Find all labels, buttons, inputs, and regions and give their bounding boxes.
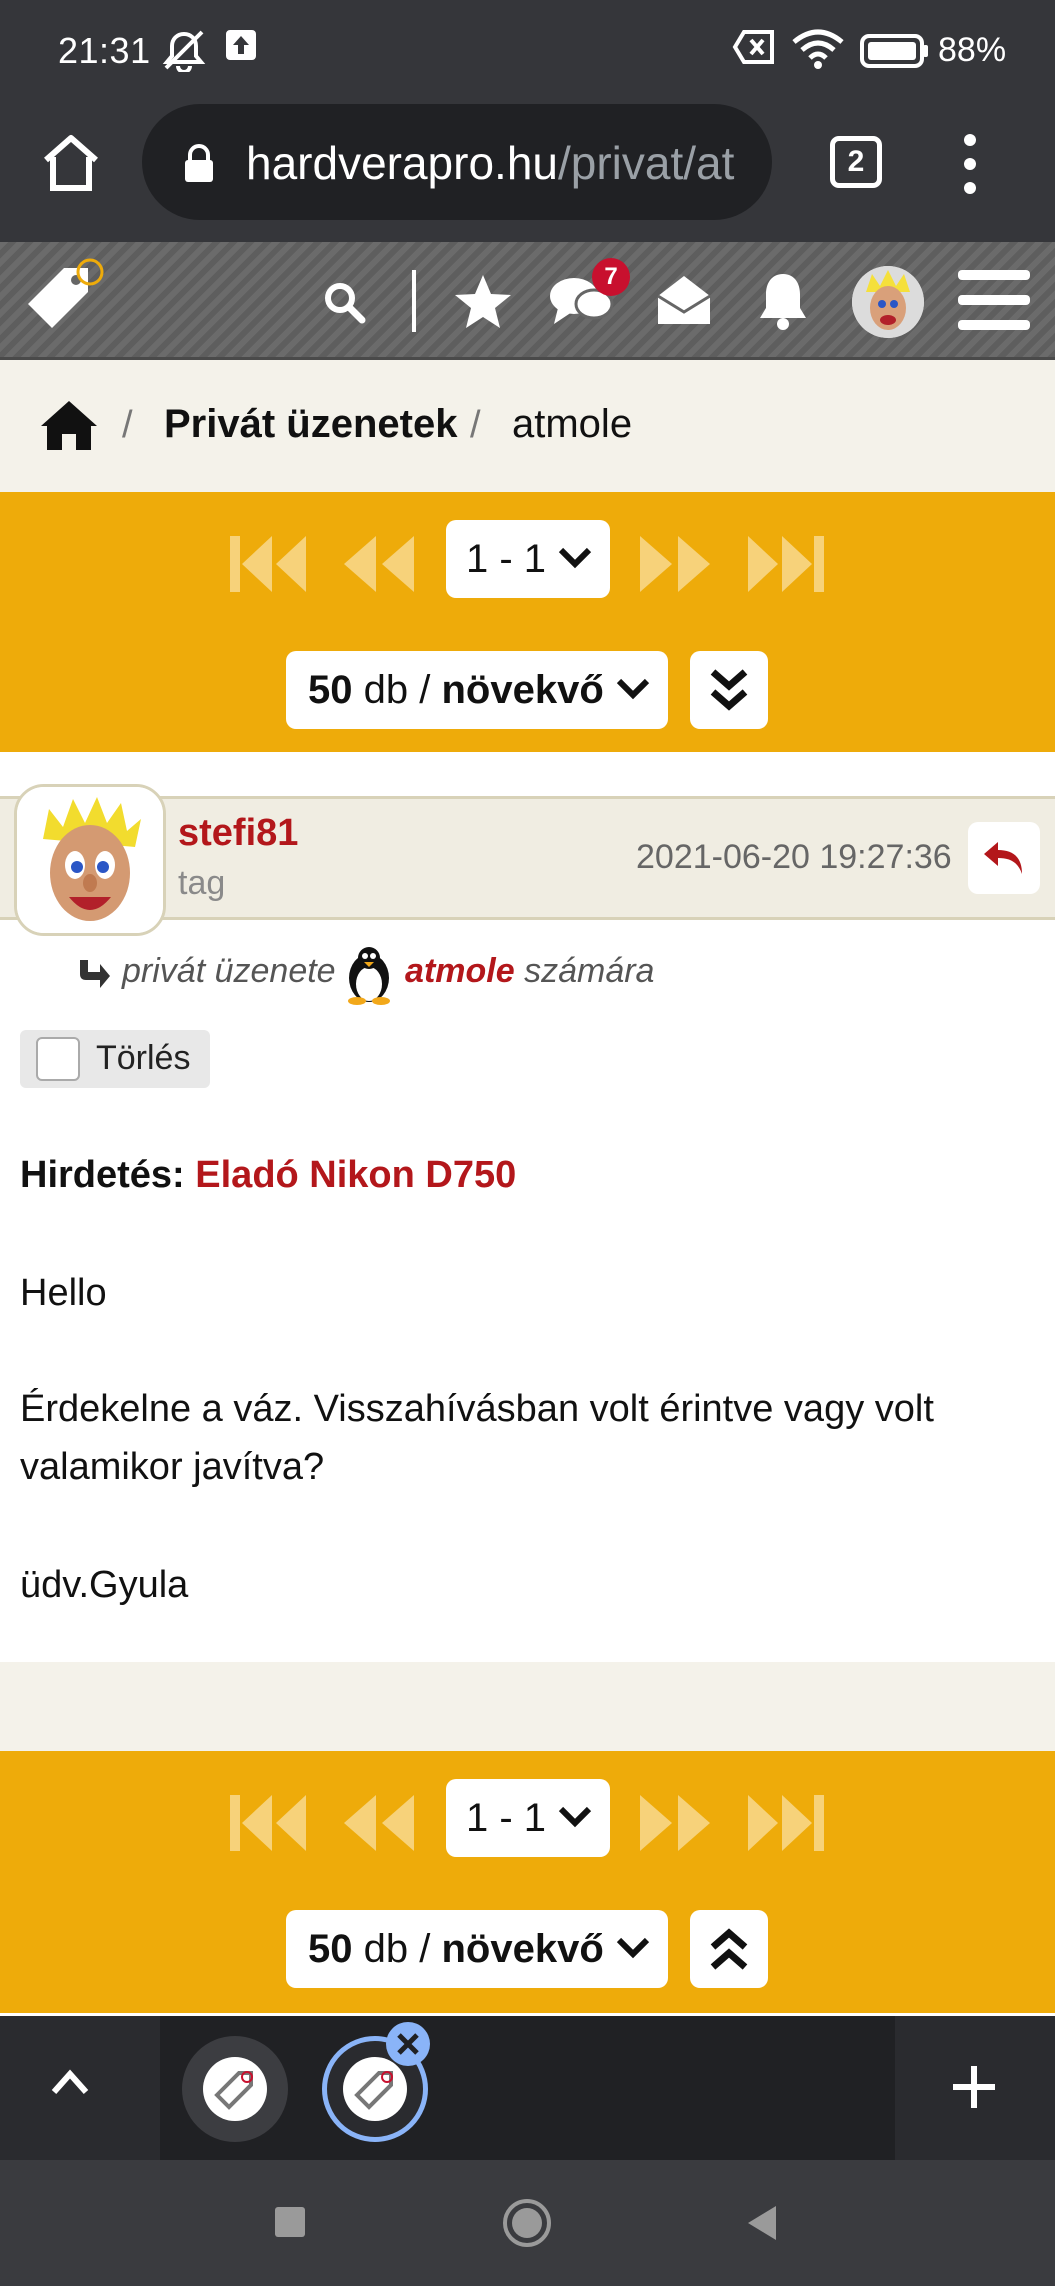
delete-checkbox[interactable] — [36, 1037, 80, 1081]
menu-icon[interactable] — [956, 266, 1032, 334]
page-size: 50 — [308, 1927, 353, 1971]
sender-rank: tag — [178, 864, 226, 902]
last-page-icon[interactable] — [746, 534, 826, 594]
home-nav-icon[interactable] — [502, 2198, 552, 2248]
chevron-up-icon — [51, 2069, 89, 2094]
page-range: 1 - 1 — [466, 1796, 547, 1840]
chevron-down-icon — [616, 1937, 650, 1959]
reply-button[interactable] — [968, 822, 1040, 894]
chevron-down-icon — [558, 547, 592, 569]
close-icon — [397, 2033, 419, 2055]
first-page-icon[interactable] — [228, 1793, 308, 1853]
reply-icon — [984, 842, 1022, 874]
breadcrumb-separator: / — [470, 404, 481, 446]
breadcrumb-current: atmole — [512, 402, 633, 446]
tab-switcher-button[interactable]: 2 — [830, 136, 882, 188]
prev-page-icon[interactable] — [338, 1793, 418, 1853]
mute-icon — [162, 30, 206, 72]
page-size-unit: db / — [363, 1927, 431, 1971]
plus-icon — [953, 2066, 995, 2108]
sort-select[interactable]: 50 db / növekvő — [286, 651, 668, 729]
url-domain: hardverapro.hu — [246, 137, 558, 189]
page-size-unit: db / — [363, 668, 431, 712]
tab-thumbnail[interactable] — [182, 2036, 288, 2142]
prev-page-icon[interactable] — [338, 534, 418, 594]
double-chevron-up-icon — [710, 1928, 748, 1970]
tab-strip — [0, 2016, 1055, 2160]
avatar[interactable] — [852, 266, 924, 338]
star-icon[interactable] — [452, 272, 514, 332]
close-tab-button[interactable] — [386, 2022, 430, 2066]
breadcrumb: / Privát üzenetek / atmole — [0, 360, 1055, 492]
pager-bottom: 1 - 1 50 db / növekvő — [0, 1751, 1055, 2013]
message-line: üdv.Gyula — [20, 1564, 189, 1606]
wifi-icon — [792, 29, 844, 69]
url-text[interactable]: hardverapro.hu/privat/at — [246, 136, 734, 190]
jump-down-button[interactable] — [690, 651, 768, 729]
sender-avatar[interactable] — [14, 784, 166, 936]
breadcrumb-private-messages[interactable]: Privát üzenetek — [164, 402, 457, 447]
sender-username[interactable]: stefi81 — [178, 812, 298, 855]
page-select[interactable]: 1 - 1 — [446, 1779, 610, 1857]
back-nav-icon[interactable] — [744, 2204, 778, 2242]
site-tag-icon — [354, 2071, 393, 2110]
chevron-down-icon — [616, 678, 650, 700]
address-bar[interactable]: hardverapro.hu/privat/at — [142, 104, 772, 220]
browser-toolbar: hardverapro.hu/privat/at 2 — [0, 100, 1055, 242]
logo-tag-icon[interactable] — [18, 252, 110, 344]
no-sim-icon — [732, 30, 774, 64]
last-page-icon[interactable] — [746, 1793, 826, 1853]
status-time: 21:31 — [58, 30, 151, 71]
status-bar: 21:31 88% — [0, 0, 1055, 100]
jump-up-button[interactable] — [690, 1910, 768, 1988]
lock-icon — [185, 144, 213, 182]
double-chevron-down-icon — [710, 669, 748, 711]
header-divider — [412, 270, 416, 332]
ad-reference: Hirdetés: Eladó Nikon D750 — [20, 1146, 1040, 1204]
page-size: 50 — [308, 668, 353, 712]
next-page-icon[interactable] — [636, 534, 716, 594]
next-page-icon[interactable] — [636, 1793, 716, 1853]
url-path: /privat/at — [557, 137, 735, 189]
home-icon[interactable] — [38, 398, 100, 452]
new-tab-button[interactable] — [895, 2016, 1055, 2160]
delete-label: Törlés — [96, 1039, 191, 1077]
sort-select[interactable]: 50 db / növekvő — [286, 1910, 668, 1988]
collapse-tabs-button[interactable] — [0, 2016, 160, 2160]
recipient-suffix: számára — [524, 952, 655, 990]
more-menu-icon[interactable] — [962, 134, 978, 194]
system-nav-bar — [0, 2160, 1055, 2286]
search-icon[interactable] — [322, 280, 366, 324]
content-spacer — [0, 1662, 1055, 1751]
ad-link[interactable]: Eladó Nikon D750 — [195, 1154, 516, 1196]
mail-icon[interactable] — [654, 270, 714, 330]
sort-order: növekvő — [441, 668, 604, 712]
first-page-icon[interactable] — [228, 534, 308, 594]
site-tag-icon — [214, 2071, 253, 2110]
pager-top: 1 - 1 50 db / növekvő — [0, 492, 1055, 752]
message-line: Hello — [20, 1272, 107, 1314]
ad-label: Hirdetés: — [20, 1154, 185, 1196]
sort-order: növekvő — [441, 1927, 604, 1971]
battery-percent: 88% — [938, 31, 1007, 69]
message-date: 2021-06-20 19:27:36 — [636, 838, 952, 876]
upload-icon — [226, 30, 256, 60]
battery-icon — [860, 34, 928, 68]
recents-icon[interactable] — [274, 2206, 306, 2238]
chevron-down-icon — [558, 1806, 592, 1828]
recipient-prefix: privát üzenete — [122, 952, 336, 990]
notification-badge: 7 — [592, 258, 630, 296]
linux-tux-icon — [348, 947, 390, 1005]
recipient-name[interactable]: atmole — [405, 952, 515, 990]
delete-toggle[interactable]: Törlés — [20, 1030, 210, 1088]
page-select[interactable]: 1 - 1 — [446, 520, 610, 598]
breadcrumb-separator: / — [122, 404, 133, 446]
bell-icon[interactable] — [756, 268, 810, 332]
page-range: 1 - 1 — [466, 537, 547, 581]
home-icon[interactable] — [38, 130, 104, 196]
message-line: Érdekelne a váz. Visszahívásban volt éri… — [20, 1388, 934, 1488]
